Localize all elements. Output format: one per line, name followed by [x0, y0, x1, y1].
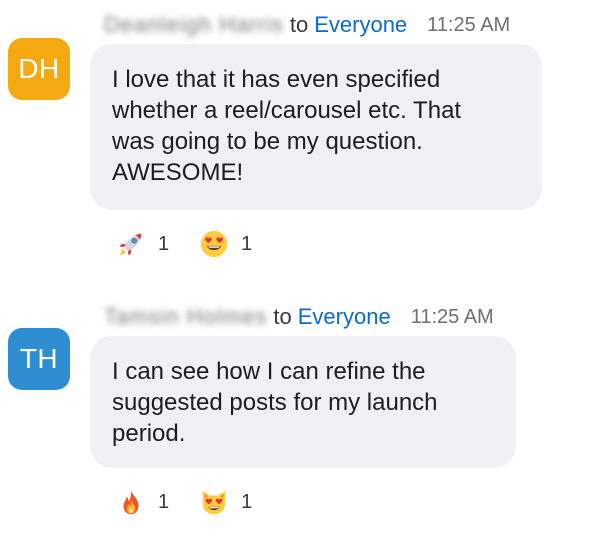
- chat-transcript: Deanleigh Harris to Everyone 11:25 AM DH…: [0, 0, 600, 540]
- reaction-rocket[interactable]: 1: [116, 228, 169, 260]
- reactions-bar: 1 1: [116, 228, 282, 260]
- to-label: to: [273, 304, 292, 329]
- avatar-initials: TH: [19, 343, 59, 374]
- message-bubble[interactable]: I can see how I can refine the suggested…: [90, 336, 516, 468]
- heart-eyes-face-icon: [201, 230, 228, 258]
- sender-name[interactable]: Tamsin Holmes: [104, 304, 267, 330]
- reaction-count: 1: [241, 490, 253, 513]
- message-header: Deanleigh Harris to Everyone 11:25 AM: [104, 10, 510, 40]
- sender-name[interactable]: Deanleigh Harris: [104, 12, 284, 38]
- recipient-link[interactable]: Everyone: [298, 304, 391, 330]
- fire-icon: [123, 489, 139, 515]
- timestamp: 11:25 AM: [410, 305, 494, 328]
- message-header: Tamsin Holmes to Everyone 11:25 AM: [104, 302, 494, 332]
- reaction-count: 1: [241, 232, 253, 255]
- heart-eyes-cat-icon: [202, 490, 226, 515]
- avatar[interactable]: TH: [8, 328, 70, 390]
- to-label: to: [289, 12, 309, 37]
- reaction-heart-eyes-cat[interactable]: 1: [199, 486, 252, 518]
- timestamp: 11:25 AM: [427, 13, 511, 36]
- reaction-count: 1: [158, 490, 170, 513]
- avatar[interactable]: DH: [8, 38, 70, 100]
- reaction-count: 1: [158, 232, 170, 255]
- reaction-fire[interactable]: 1: [116, 486, 169, 518]
- reactions-bar: 1 1: [116, 486, 282, 518]
- rocket-icon: [119, 233, 142, 256]
- reaction-heart-eyes[interactable]: 1: [199, 228, 252, 260]
- message-bubble[interactable]: I love that it has even specified whethe…: [90, 44, 542, 210]
- recipient-link[interactable]: Everyone: [314, 12, 407, 38]
- avatar-initials: DH: [18, 53, 60, 84]
